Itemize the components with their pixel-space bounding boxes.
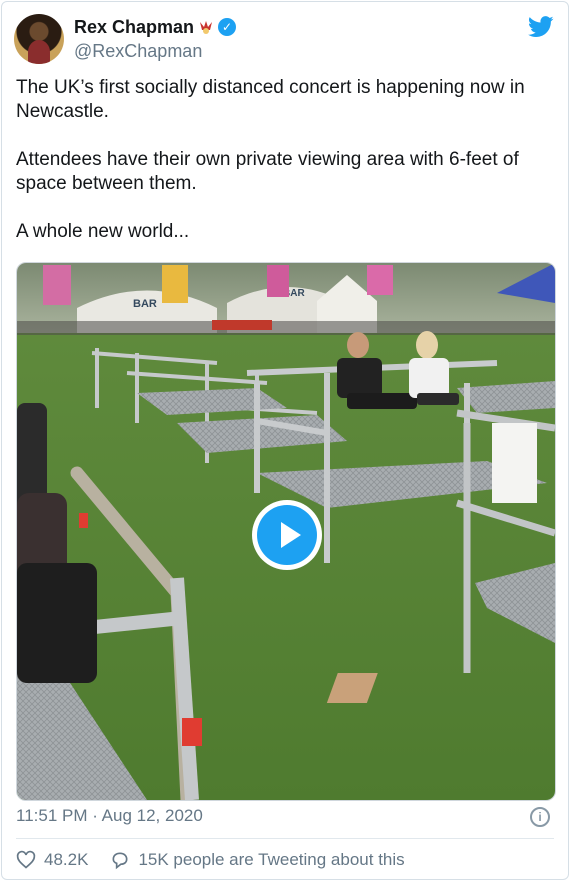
tweet-timestamp[interactable]: 11:51 PM · Aug 12, 2020 [16,806,203,826]
avatar[interactable] [14,14,64,64]
heart-icon [16,850,36,869]
author-names: Rex Chapman ✓ @RexChapman [74,16,237,62]
like-count: 48.2K [44,850,89,869]
play-button[interactable] [252,500,322,570]
info-icon[interactable]: i [530,807,550,827]
author-display-name[interactable]: Rex Chapman ✓ [74,16,237,38]
play-icon [257,505,317,565]
author-handle[interactable]: @RexChapman [74,40,236,62]
bar-sign-left: BAR [133,298,157,310]
like-button[interactable]: 48.2K [16,850,88,870]
divider [16,838,554,839]
tweeting-text: 15K people are Tweeting about this [138,850,405,869]
jester-emoji-icon [200,21,213,34]
comment-icon [112,852,128,870]
display-name-text[interactable]: Rex Chapman [74,16,194,38]
tweet-actions: 48.2K 15K people are Tweeting about this [16,850,427,870]
video-media[interactable]: BAR BAR [16,262,556,801]
tweet-header: Rex Chapman ✓ @RexChapman [14,14,560,64]
twitter-bird-icon[interactable] [528,16,554,38]
tweeting-about-link[interactable]: 15K people are Tweeting about this [110,850,405,870]
tweet-text: The UK’s first socially distanced concer… [16,77,525,242]
verified-badge-icon: ✓ [218,18,237,36]
tweet-card: Rex Chapman ✓ @RexChapman The UK’s first… [1,1,569,880]
